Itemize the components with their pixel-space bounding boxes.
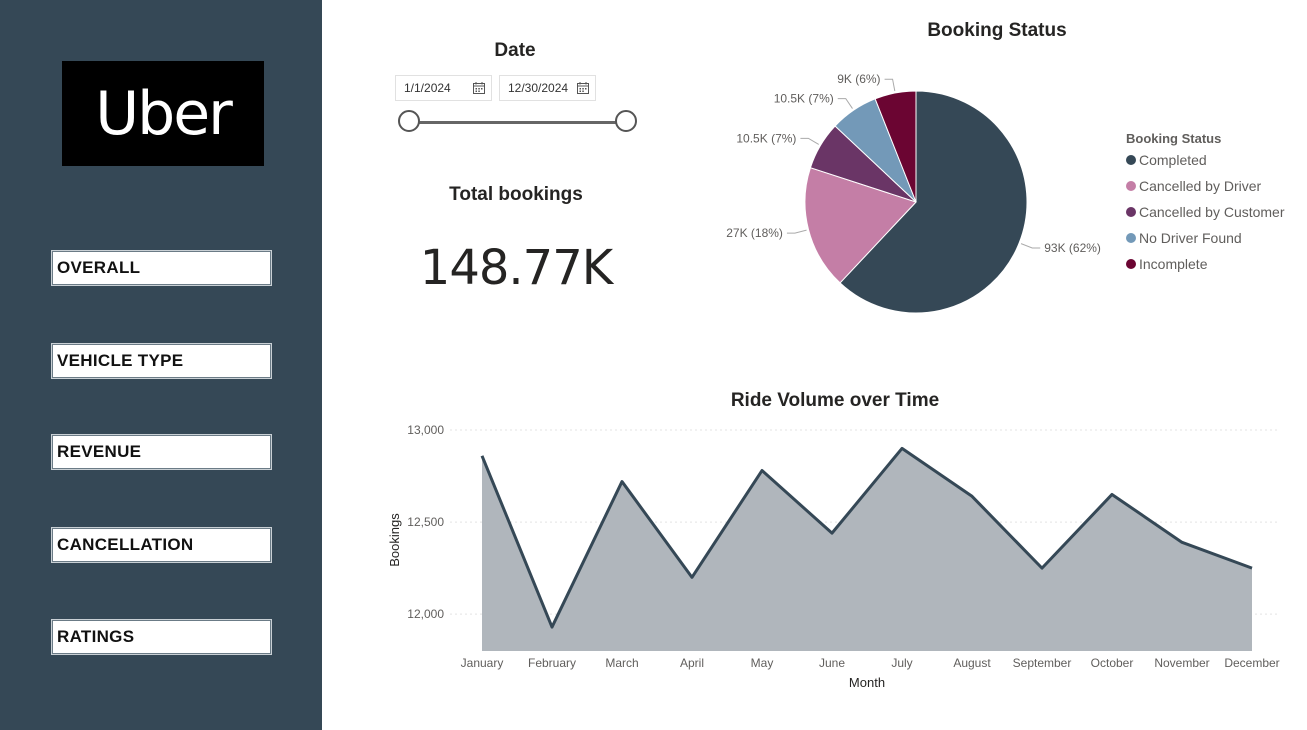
date-range-slider-track[interactable]	[410, 121, 627, 124]
x-tick-label: October	[1091, 656, 1134, 670]
pie-leader-line	[1020, 243, 1041, 249]
y-tick-label: 12,500	[407, 515, 444, 529]
kpi-title: Total bookings	[449, 184, 583, 205]
data-point-december[interactable]	[1249, 565, 1255, 571]
x-tick-label: December	[1224, 656, 1279, 670]
legend-item-cancelled-by-customer[interactable]: Cancelled by Customer	[1126, 204, 1285, 220]
data-point-february[interactable]	[549, 624, 555, 630]
date-slider-start-handle[interactable]	[398, 110, 420, 132]
calendar-icon[interactable]	[577, 82, 589, 94]
calendar-icon[interactable]	[473, 82, 485, 94]
legend-label: Incomplete	[1139, 256, 1208, 272]
x-tick-label: September	[1013, 656, 1072, 670]
x-tick-label: February	[528, 656, 576, 670]
end-date-input[interactable]: 12/30/2024	[499, 75, 596, 101]
legend-item-incomplete[interactable]: Incomplete	[1126, 256, 1207, 272]
logo-text: Uber	[95, 78, 233, 149]
legend-marker	[1126, 155, 1136, 165]
pie-chart-title: Booking Status	[927, 20, 1067, 41]
pie-leader-line	[837, 98, 853, 109]
data-point-august[interactable]	[969, 493, 975, 499]
legend-label: No Driver Found	[1139, 230, 1242, 246]
pie-leader-line	[800, 137, 819, 145]
x-axis-label: Month	[849, 675, 885, 690]
sidebar: Uber OVERALL VEHICLE TYPE REVENUE CANCEL…	[0, 0, 322, 730]
nav-button-overall[interactable]: OVERALL	[52, 251, 271, 285]
y-tick-label: 12,000	[407, 607, 444, 621]
x-tick-label: June	[819, 656, 845, 670]
end-date-value: 12/30/2024	[508, 81, 569, 95]
nav-button-cancellation[interactable]: CANCELLATION	[52, 528, 271, 562]
legend-label: Cancelled by Customer	[1139, 204, 1285, 220]
kpi-value: 148.77K	[419, 240, 613, 296]
x-tick-label: April	[680, 656, 704, 670]
legend-item-cancelled-by-driver[interactable]: Cancelled by Driver	[1126, 178, 1261, 194]
data-point-october[interactable]	[1109, 491, 1115, 497]
pie-data-label: 10.5K (7%)	[736, 131, 796, 145]
date-slider-end-handle[interactable]	[615, 110, 637, 132]
data-point-june[interactable]	[829, 530, 835, 536]
x-tick-label: March	[605, 656, 638, 670]
y-tick-label: 13,000	[407, 423, 444, 437]
ride-volume-area-chart: 12,000 12,500 13,000 January February March Ap…	[387, 423, 1280, 690]
start-date-input[interactable]: 1/1/2024	[395, 75, 492, 101]
pie-data-label: 9K (6%)	[837, 72, 880, 86]
legend-marker	[1126, 181, 1136, 191]
x-tick-label: August	[953, 656, 991, 670]
data-point-november[interactable]	[1179, 539, 1185, 545]
area-chart-title: Ride Volume over Time	[730, 390, 940, 411]
legend-marker	[1126, 233, 1136, 243]
data-point-september[interactable]	[1039, 565, 1045, 571]
data-point-january[interactable]	[479, 453, 485, 459]
data-point-july[interactable]	[899, 445, 905, 451]
booking-status-pie-chart: 93K (62%)27K (18%)10.5K (7%)10.5K (7%)9K…	[726, 72, 1101, 314]
x-tick-label: January	[461, 656, 504, 670]
pie-leader-line	[786, 229, 807, 234]
start-date-value: 1/1/2024	[404, 81, 451, 95]
legend-marker	[1126, 207, 1136, 217]
pie-legend-title: Booking Status	[1126, 131, 1222, 146]
legend-marker	[1126, 259, 1136, 269]
uber-logo: Uber	[62, 61, 264, 166]
data-point-april[interactable]	[689, 574, 695, 580]
pie-data-label: 27K (18%)	[726, 226, 783, 240]
date-slicer-title: Date	[494, 40, 536, 61]
legend-label: Completed	[1139, 152, 1207, 168]
x-tick-label: July	[891, 656, 912, 670]
legend-label: Cancelled by Driver	[1139, 178, 1262, 194]
y-axis-label: Bookings	[387, 513, 402, 567]
legend-item-completed[interactable]: Completed	[1126, 152, 1207, 168]
nav-button-ratings[interactable]: RATINGS	[52, 620, 271, 654]
pie-leader-line	[884, 78, 896, 92]
pie-data-label: 93K (62%)	[1044, 241, 1101, 255]
pie-data-label: 10.5K (7%)	[774, 92, 834, 106]
x-tick-label: November	[1154, 656, 1209, 670]
data-point-march[interactable]	[619, 479, 625, 485]
x-tick-label: May	[751, 656, 774, 670]
nav-button-revenue[interactable]: REVENUE	[52, 435, 271, 469]
nav-button-vehicle-type[interactable]: VEHICLE TYPE	[52, 344, 271, 378]
area-fill	[482, 448, 1252, 651]
data-point-may[interactable]	[759, 468, 765, 474]
legend-item-no-driver-found[interactable]: No Driver Found	[1126, 230, 1242, 246]
